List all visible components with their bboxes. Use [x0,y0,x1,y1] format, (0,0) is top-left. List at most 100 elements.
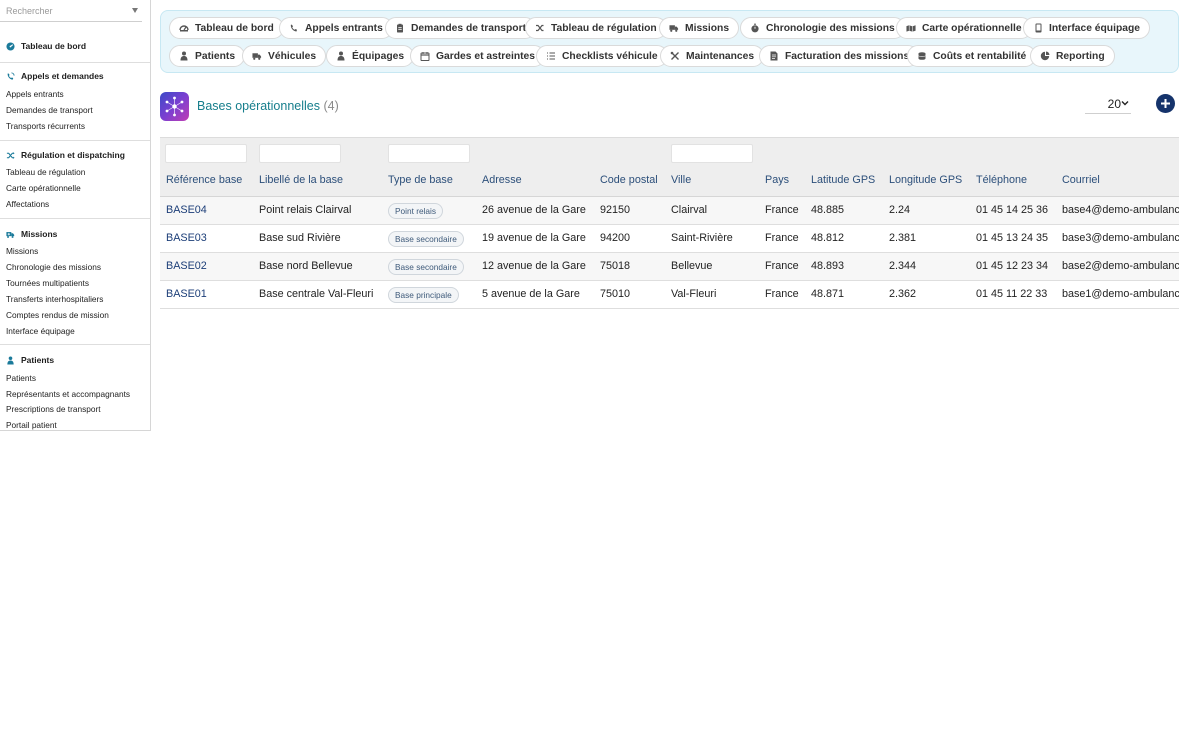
page-size-select[interactable]: 20 [1085,94,1131,114]
tab-patients[interactable]: Patients [169,45,246,67]
sidebar-item-patients[interactable]: Patients [6,373,36,383]
tools-icon [670,51,680,61]
sidebar-item-appels-entrants[interactable]: Appels entrants [6,89,64,99]
filter-input-libelle[interactable] [259,144,341,163]
cell-reference[interactable]: BASE03 [166,232,207,244]
column-header-reference[interactable]: Référence base [166,174,242,186]
cell-longitude: 2.381 [889,232,917,244]
column-header-libelle[interactable]: Libellé de la base [259,174,343,186]
cell-code-postal: 92150 [600,204,631,216]
ambulance-icon [6,230,15,239]
sidebar-section-regulation[interactable]: Régulation et dispatching [6,149,125,161]
type-badge: Point relais [388,203,444,219]
tab-label: Checklists véhicule [562,50,658,62]
cell-reference[interactable]: BASE04 [166,204,207,216]
cell-latitude: 48.885 [811,204,845,216]
table-header: Référence base Libellé de la base Type d… [160,137,1179,197]
column-header-ville[interactable]: Ville [671,174,691,186]
column-header-code-postal[interactable]: Code postal [600,174,658,186]
sidebar-section-missions[interactable]: Missions [6,228,57,240]
filter-input-ville[interactable] [671,144,753,163]
sidebar-item-portail-patient[interactable]: Portail patient [6,420,57,430]
column-header-pays[interactable]: Pays [765,174,789,186]
record-count: (4) [323,99,339,113]
tab-chronologie-des-missions[interactable]: Chronologie des missions [740,17,905,39]
column-header-adresse[interactable]: Adresse [482,174,522,186]
tab-facturation-des-missions[interactable]: Facturation des missions [759,45,920,67]
filter-input-reference[interactable] [165,144,247,163]
tab-maintenances[interactable]: Maintenances [660,45,765,67]
tab-demandes-de-transport[interactable]: Demandes de transport [385,17,537,39]
cell-ville: Bellevue [671,260,713,272]
tab-vehicules[interactable]: Véhicules [242,45,327,67]
sidebar-item-carte-operationnelle[interactable]: Carte opérationnelle [6,183,81,193]
tab-gardes-et-astreintes[interactable]: Gardes et astreintes [410,45,546,67]
sidebar-item-missions[interactable]: Missions [6,246,38,256]
column-header-courriel[interactable]: Courriel [1062,174,1100,186]
cell-longitude: 2.344 [889,260,917,272]
sidebar-item-demandes-transport[interactable]: Demandes de transport [6,105,93,115]
shuffle-icon [6,151,15,160]
column-header-latitude[interactable]: Latitude GPS [811,174,875,186]
tab-label: Tableau de bord [195,22,274,34]
sidebar-item-affectations[interactable]: Affectations [6,199,49,209]
clipboard-icon [395,23,405,33]
tab-label: Patients [195,50,236,62]
table-row[interactable]: BASE01 Base centrale Val-Fleuri Base pri… [160,281,1179,309]
sidebar-item-interface-equipage[interactable]: Interface équipage [6,326,75,336]
sidebar-section-title: Tableau de bord [21,41,87,51]
tab-label: Demandes de transport [411,22,527,34]
tab-carte-operationnelle[interactable]: Carte opérationnelle [896,17,1032,39]
tab-interface-equipage[interactable]: Interface équipage [1023,17,1150,39]
cell-adresse: 12 avenue de la Gare [482,260,586,272]
sidebar-item-comptes-rendus[interactable]: Comptes rendus de mission [6,310,109,320]
cell-longitude: 2.24 [889,204,911,216]
sidebar-item-chronologie-missions[interactable]: Chronologie des missions [6,262,101,272]
stopwatch-icon [750,23,760,33]
shuffle-icon [535,23,545,33]
chevron-down-icon[interactable] [132,8,138,13]
tab-appels-entrants[interactable]: Appels entrants [279,17,393,39]
column-header-telephone[interactable]: Téléphone [976,174,1027,186]
tab-missions[interactable]: Missions [659,17,740,39]
cell-libelle: Base centrale Val-Fleuri [259,288,374,300]
type-badge: Base principale [388,287,459,303]
tab-label: Tableau de régulation [551,22,657,34]
sidebar-item-transferts-interhospitaliers[interactable]: Transferts interhospitaliers [6,294,103,304]
add-record-button[interactable] [1156,94,1175,113]
column-header-longitude[interactable]: Longitude GPS [889,174,962,186]
sidebar-section-dashboard[interactable]: Tableau de bord [6,40,86,52]
tab-equipages[interactable]: Équipages [326,45,415,67]
tab-tableau-de-bord[interactable]: Tableau de bord [169,17,284,39]
patient-icon [6,355,15,365]
cell-reference[interactable]: BASE02 [166,260,207,272]
sidebar-item-tableau-regulation[interactable]: Tableau de régulation [6,167,85,177]
map-icon [906,23,916,33]
sidebar-section-calls[interactable]: Appels et demandes [6,70,104,82]
search-input[interactable] [0,0,124,21]
table-row[interactable]: BASE03 Base sud Rivière Base secondaire … [160,225,1179,253]
cell-libelle: Base nord Bellevue [259,260,353,272]
sidebar-item-tournees-multipatients[interactable]: Tournées multipatients [6,278,89,288]
tab-tableau-de-regulation[interactable]: Tableau de régulation [525,17,667,39]
cell-reference[interactable]: BASE01 [166,288,207,300]
cell-ville: Clairval [671,204,707,216]
cell-pays: France [765,288,799,300]
table-row[interactable]: BASE04 Point relais Clairval Point relai… [160,197,1179,225]
tab-couts-et-rentabilite[interactable]: Coûts et rentabilité [907,45,1037,67]
tab-reporting[interactable]: Reporting [1030,45,1115,67]
cell-latitude: 48.812 [811,232,845,244]
sidebar-item-transports-recurrents[interactable]: Transports récurrents [6,121,85,131]
cell-telephone: 01 45 11 22 33 [976,288,1048,300]
tab-checklists-vehicule[interactable]: Checklists véhicule [536,45,668,67]
sidebar-item-representants[interactable]: Représentants et accompagnants [6,389,130,399]
top-navigation: Tableau de bord Appels entrants Demandes… [160,10,1179,73]
sidebar-item-prescriptions[interactable]: Prescriptions de transport [6,404,101,414]
column-header-type[interactable]: Type de base [388,174,453,186]
filter-input-type[interactable] [388,144,470,163]
cell-adresse: 5 avenue de la Gare [482,288,580,300]
ambulance-icon [669,23,679,33]
cell-pays: France [765,232,799,244]
table-row[interactable]: BASE02 Base nord Bellevue Base secondair… [160,253,1179,281]
sidebar-section-patients[interactable]: Patients [6,354,54,366]
